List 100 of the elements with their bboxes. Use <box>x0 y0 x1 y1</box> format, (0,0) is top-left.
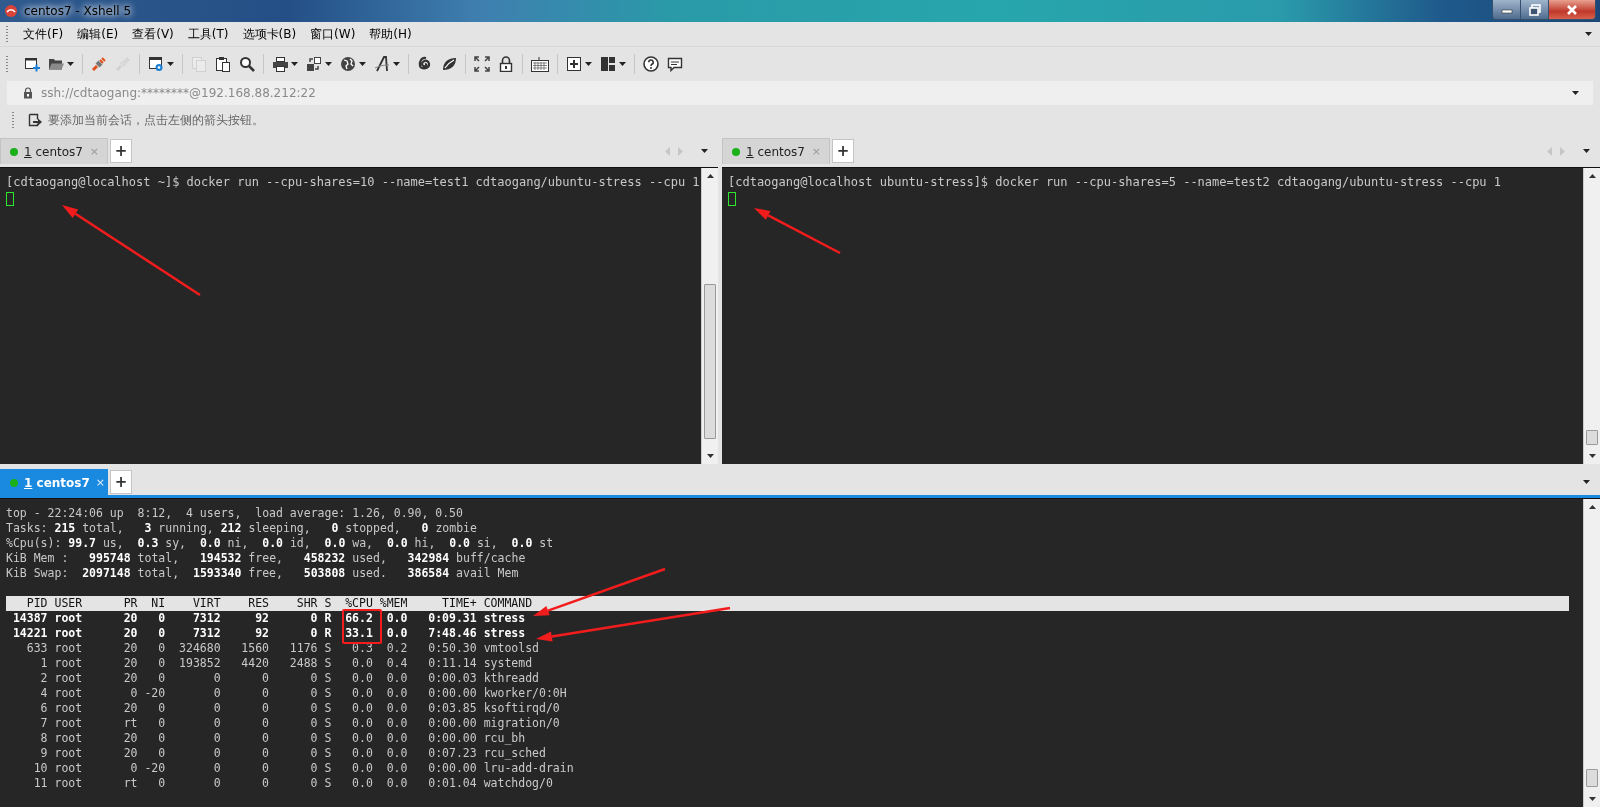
table-cell-text: 7312 <box>191 626 221 641</box>
toolbar-button[interactable] <box>472 55 492 72</box>
close-button[interactable] <box>1549 0 1595 19</box>
scrollbar-thumb[interactable] <box>1586 768 1598 788</box>
table-cell-text: 0 <box>129 686 138 701</box>
status-dot-icon <box>732 147 740 156</box>
toolbar-button[interactable] <box>270 55 300 72</box>
toolbar-button[interactable] <box>529 55 551 72</box>
new-tab-button[interactable]: + <box>110 470 132 494</box>
toolbar-button[interactable] <box>213 55 233 72</box>
terminal[interactable] <box>0 498 1600 807</box>
caret-icon[interactable] <box>585 61 592 66</box>
caret-icon[interactable] <box>1585 32 1592 36</box>
table-cell-text: stress <box>482 626 526 641</box>
highlight-box <box>342 609 383 644</box>
table-cell-text: 0 <box>212 761 221 776</box>
table-cell-text: 0 <box>212 671 221 686</box>
table-cell-text: 0 <box>129 761 138 776</box>
caret-icon[interactable] <box>325 61 332 66</box>
terminal[interactable]: [cdtaogang@localhost ubuntu-stress]$ docker run --cpu-shares=5 --name=test2 cdtaogang/ubuntu-stress --cpu 1 <box>722 167 1600 464</box>
session-tab[interactable]: 1 centos7 × <box>0 138 108 164</box>
toolbar-button[interactable] <box>665 55 685 72</box>
caret-icon[interactable] <box>167 61 174 66</box>
caret-icon[interactable] <box>1583 149 1590 153</box>
menu-item[interactable]: 工具(T) <box>180 23 236 45</box>
add-session-arrow-icon[interactable] <box>28 113 42 127</box>
table-cell-text: 0:00.00 <box>427 716 477 731</box>
menu-item[interactable]: 窗口(W) <box>303 23 363 45</box>
caret-icon[interactable] <box>1572 91 1579 95</box>
toolbar-button[interactable] <box>22 55 42 72</box>
toolbar-button[interactable] <box>372 55 402 72</box>
table-cell-text: S <box>323 641 332 656</box>
toolbar-button[interactable] <box>338 55 368 72</box>
table-cell-text: watchdog/0 <box>482 776 553 791</box>
table-cell-text: ksoftirqd/0 <box>482 701 560 716</box>
caret-icon[interactable] <box>393 61 400 66</box>
caret-icon[interactable] <box>701 149 708 153</box>
table-cell-text: 20 <box>122 641 138 656</box>
menu-item[interactable]: 选项卡(B) <box>235 23 304 45</box>
toolbar-button[interactable] <box>146 55 176 72</box>
caret-icon[interactable] <box>619 61 626 66</box>
toolbar-button[interactable] <box>237 55 257 72</box>
caret-icon[interactable] <box>291 61 298 66</box>
scrollbar-thumb[interactable] <box>1586 429 1598 445</box>
toolbar-button[interactable] <box>598 55 628 72</box>
table-cell-text: 0.0 <box>351 671 373 686</box>
table-cell-text: 6 <box>39 701 48 716</box>
scroll-up-icon[interactable] <box>1588 174 1596 178</box>
caret-icon[interactable] <box>359 61 366 66</box>
table-cell-text: rcu_bh <box>482 731 526 746</box>
table-cell-text: 0.0 <box>351 776 373 791</box>
menu-item[interactable]: 查看(V) <box>125 23 181 45</box>
table-cell-text: 14387 <box>11 611 48 626</box>
square-plus-icon <box>566 55 582 72</box>
caret-icon[interactable] <box>67 61 74 66</box>
column-header: PID <box>25 596 48 611</box>
table-cell-text: 0.0 <box>385 776 408 791</box>
new-tab-button[interactable]: + <box>832 139 854 163</box>
column-header: RES <box>247 596 270 611</box>
session-tab[interactable]: 1 centos7 × <box>0 469 108 495</box>
scroll-down-icon[interactable] <box>706 454 714 458</box>
table-cell-text: S <box>323 746 332 761</box>
maximize-button[interactable] <box>1521 0 1549 19</box>
table-cell-text: 1 <box>39 656 48 671</box>
caret-icon[interactable] <box>1583 480 1590 484</box>
toolbar-button[interactable] <box>304 55 334 72</box>
table-cell-text: kthreadd <box>482 671 539 686</box>
scrollbar-thumb[interactable] <box>704 284 716 440</box>
scroll-down-icon[interactable] <box>1588 454 1596 458</box>
table-cell-text: 7312 <box>191 611 221 626</box>
spiral-icon <box>417 55 433 72</box>
toolbar-button[interactable] <box>564 55 594 72</box>
table-cell-text: 324680 <box>178 641 221 656</box>
table-cell-text: 0 <box>212 701 221 716</box>
table-cell-text: root <box>54 746 84 761</box>
scroll-up-icon[interactable] <box>706 174 714 178</box>
scroll-down-icon[interactable] <box>1588 797 1596 801</box>
terminal[interactable]: [cdtaogang@localhost ~]$ docker run --cpu-shares=10 --name=test1 cdtaogang/ubuntu-stress --cpu 1 <box>0 167 718 464</box>
table-cell-text: root <box>54 761 84 776</box>
column-header: USER <box>54 596 84 611</box>
table-cell-text: 0 <box>261 686 270 701</box>
table-cell-text: root <box>54 656 84 671</box>
table-cell-text: 0:01.04 <box>427 776 477 791</box>
scroll-up-icon[interactable] <box>1588 505 1596 509</box>
table-cell-text: 0.0 <box>351 701 373 716</box>
menu-item[interactable]: 文件(F) <box>16 23 71 45</box>
session-tab[interactable]: 1 centos7 × <box>722 138 830 164</box>
toolbar-button[interactable] <box>641 55 661 72</box>
hint-text: 要添加当前会话，点击左侧的箭头按钮。 <box>48 111 264 129</box>
menu-item[interactable]: 编辑(E) <box>70 23 126 45</box>
table-cell-text: root <box>54 686 84 701</box>
table-cell-text: 0 <box>157 746 166 761</box>
new-tab-button[interactable]: + <box>110 139 132 163</box>
minimize-button[interactable] <box>1493 0 1521 19</box>
table-cell-text: 0 <box>309 776 318 791</box>
table-cell-text: 2488 <box>288 656 318 671</box>
table-cell-text: 66.2 <box>344 611 373 626</box>
table-cell-text: 0 <box>261 746 270 761</box>
menu-item[interactable]: 帮助(H) <box>362 23 419 45</box>
table-cell-text: 20 <box>122 731 138 746</box>
